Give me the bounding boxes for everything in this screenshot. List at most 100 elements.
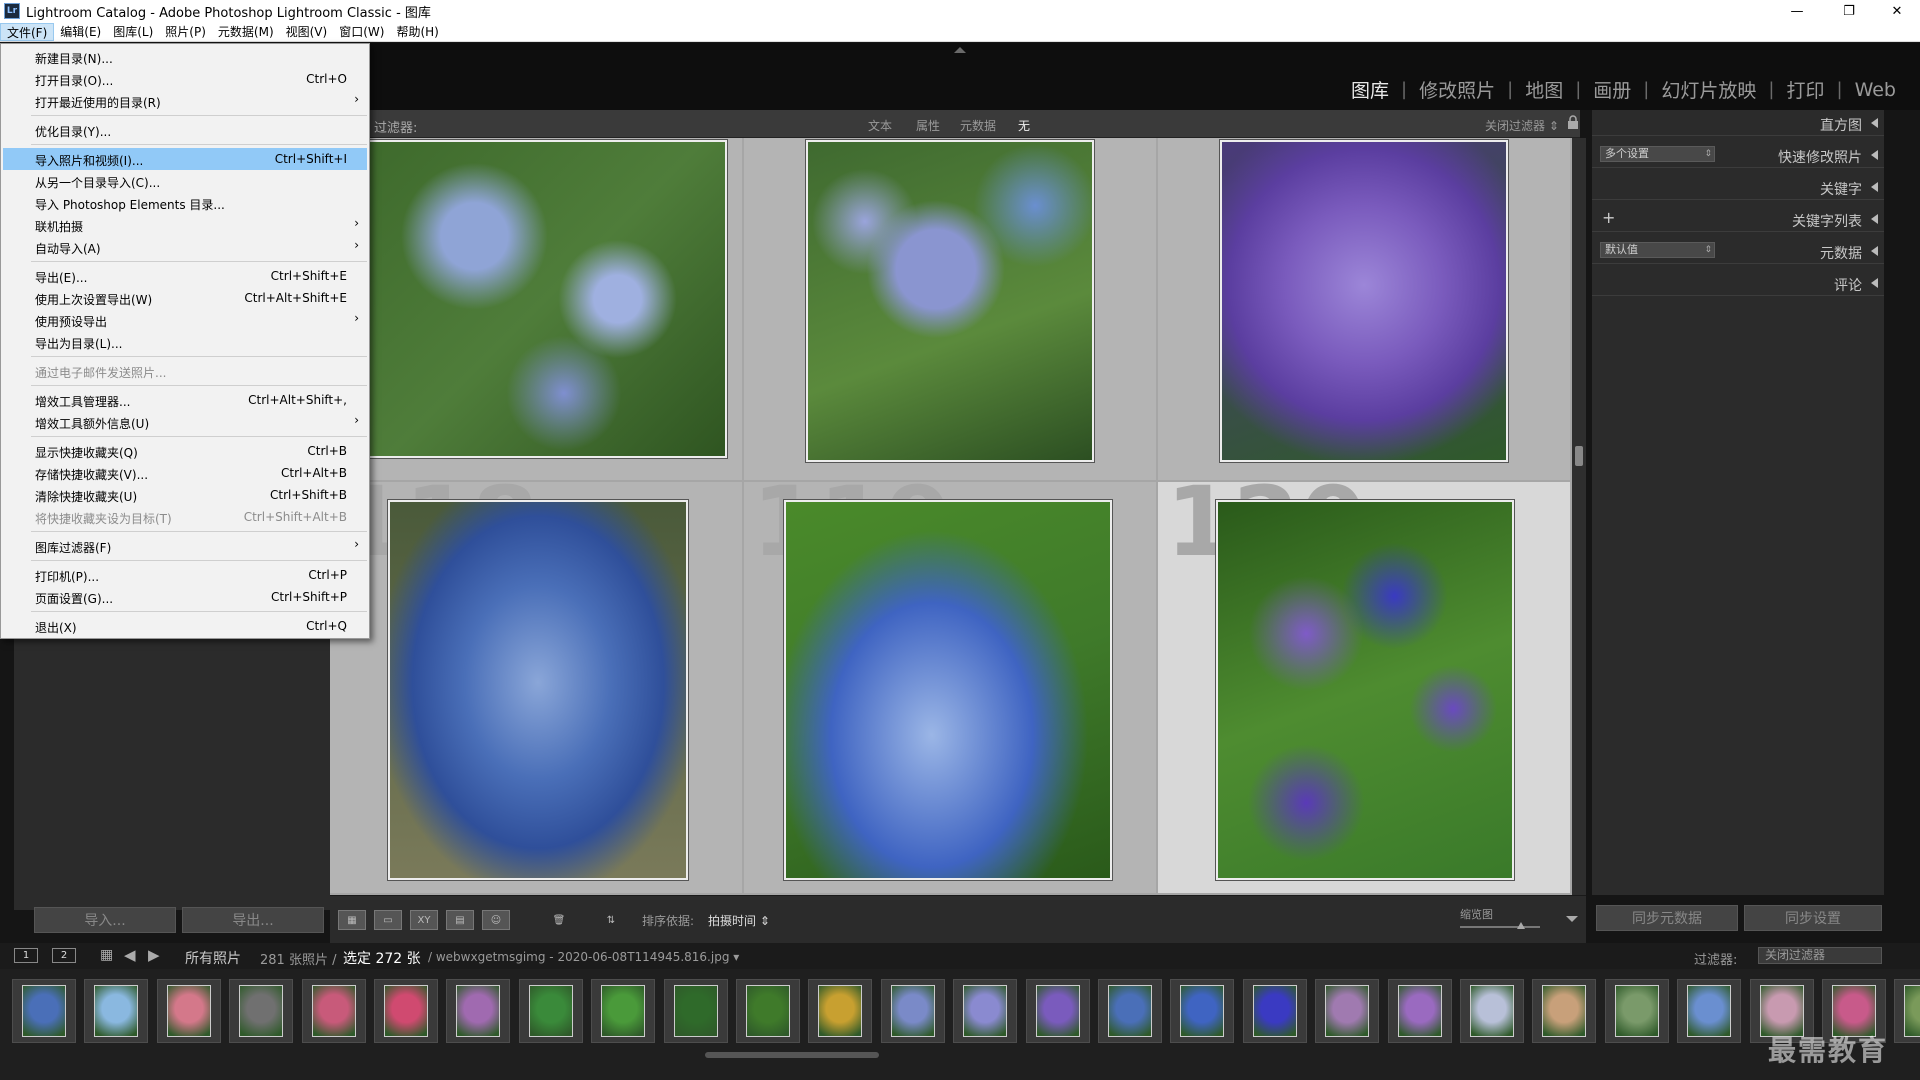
grid-cell[interactable]: 119 <box>744 482 1158 895</box>
filter-tab-attribute[interactable]: 属性 <box>916 117 940 134</box>
quick-develop-panel-header[interactable]: 多个设置 快速修改照片 <box>1592 142 1884 168</box>
sync-settings-button[interactable]: 同步设置 <box>1744 905 1882 931</box>
filmstrip-thumbnail[interactable] <box>601 985 646 1037</box>
grid-cell[interactable]: 118 <box>330 482 744 895</box>
filmstrip-cell[interactable] <box>808 979 873 1043</box>
grid-icon[interactable]: ▦ <box>100 947 113 963</box>
filmstrip-thumbnail[interactable] <box>1035 985 1080 1037</box>
filmstrip-thumbnail[interactable] <box>1325 985 1370 1037</box>
module-map[interactable]: 地图 <box>1521 76 1567 103</box>
file-menu-item[interactable]: 打开目录(O)... Ctrl+O <box>3 68 367 90</box>
module-book[interactable]: 画册 <box>1589 76 1635 103</box>
file-menu-item[interactable]: 优化目录(Y)... <box>3 119 367 141</box>
filmstrip-cell[interactable] <box>446 979 511 1043</box>
file-menu-item[interactable]: 图库过滤器(F) › <box>3 535 367 557</box>
menu-window[interactable]: 窗口(W) <box>333 23 390 41</box>
module-print[interactable]: 打印 <box>1782 76 1828 103</box>
filter-preset-select[interactable]: 关闭过滤器 ⇕ <box>1485 117 1559 134</box>
menu-file[interactable]: 文件(F) <box>0 22 55 41</box>
photo-thumbnail[interactable] <box>387 499 689 881</box>
file-menu-item[interactable]: 从另一个目录导入(C)... <box>3 170 367 192</box>
current-filename[interactable]: / webwxgetmsgimg - 2020-06-08T114945.816… <box>428 950 739 964</box>
filmstrip-cell[interactable] <box>1894 979 1920 1043</box>
import-button[interactable]: 导入... <box>34 907 176 933</box>
filmstrip-thumbnail[interactable] <box>1252 985 1297 1037</box>
filmstrip-scrollbar[interactable] <box>705 1052 879 1058</box>
filmstrip-thumbnail[interactable] <box>1108 985 1152 1037</box>
filmstrip-thumbnail[interactable] <box>1397 985 1442 1037</box>
back-arrow-icon[interactable]: ◀ <box>124 946 136 964</box>
file-menu-item[interactable]: 存储快捷收藏夹(V)... Ctrl+Alt+B <box>3 462 367 484</box>
menu-help[interactable]: 帮助(H) <box>390 23 444 41</box>
filmstrip-thumbnail[interactable] <box>22 985 66 1037</box>
filmstrip-cell[interactable] <box>156 979 221 1043</box>
maximize-button[interactable]: ❐ <box>1826 0 1872 22</box>
sort-select[interactable]: 拍摄时间 ⇕ <box>708 912 770 929</box>
filmstrip-cell[interactable] <box>1098 979 1162 1043</box>
collapse-top-panel-icon[interactable] <box>954 47 966 53</box>
module-web[interactable]: Web <box>1851 79 1900 101</box>
filmstrip-thumbnail[interactable] <box>166 985 211 1037</box>
grid-cell-selected[interactable]: 120 <box>1158 482 1572 895</box>
collapse-triangle-icon[interactable] <box>1871 150 1878 160</box>
filter-tab-metadata[interactable]: 元数据 <box>960 117 996 134</box>
filmstrip-cell[interactable] <box>1025 979 1090 1043</box>
filmstrip-cell[interactable] <box>301 979 366 1043</box>
filmstrip-thumbnail[interactable] <box>818 985 863 1037</box>
photo-thumbnail[interactable] <box>1215 499 1515 881</box>
survey-view-icon[interactable]: ▤ <box>446 910 474 930</box>
filmstrip-cell[interactable] <box>736 979 800 1043</box>
sort-direction-icon[interactable]: ⇅ <box>592 910 630 930</box>
filmstrip-thumbnail[interactable] <box>1687 985 1732 1037</box>
filmstrip-cell[interactable] <box>84 979 149 1043</box>
filmstrip-cell[interactable] <box>12 979 76 1043</box>
filter-tab-text[interactable]: 文本 <box>868 117 892 134</box>
quick-develop-preset-select[interactable]: 多个设置 <box>1600 146 1715 162</box>
collapse-triangle-icon[interactable] <box>1871 278 1878 288</box>
file-menu-item[interactable]: 退出(X) Ctrl+Q <box>3 615 367 637</box>
loupe-view-icon[interactable]: ▭ <box>374 910 402 930</box>
toolbar-options-chevron-icon[interactable] <box>1566 916 1578 922</box>
filmstrip-thumbnail[interactable] <box>1904 985 1920 1037</box>
filmstrip-thumbnail[interactable] <box>239 985 284 1037</box>
filmstrip-cell[interactable] <box>1677 979 1742 1043</box>
metadata-panel-header[interactable]: 默认值 元数据 <box>1592 238 1884 264</box>
photo-thumbnail[interactable] <box>783 499 1113 881</box>
collapse-triangle-icon[interactable] <box>1871 182 1878 192</box>
file-menu-item[interactable]: 使用预设导出 › <box>3 309 367 331</box>
menu-photo[interactable]: 照片(P) <box>159 23 212 41</box>
grid-scrollbar-thumb[interactable] <box>1575 446 1583 466</box>
grid-cell[interactable] <box>1158 138 1572 482</box>
thumbnail-size-slider[interactable] <box>1460 926 1540 928</box>
filmstrip-source[interactable]: 所有照片 <box>185 948 241 968</box>
grid-view-icon[interactable]: ▦ <box>338 910 366 930</box>
file-menu-item[interactable]: 清除快捷收藏夹(U) Ctrl+Shift+B <box>3 484 367 506</box>
filmstrip-thumbnail[interactable] <box>746 985 790 1037</box>
module-slideshow[interactable]: 幻灯片放映 <box>1657 76 1760 103</box>
metadata-preset-select[interactable]: 默认值 <box>1600 242 1715 258</box>
thumbnail-size-slider-knob[interactable] <box>1517 922 1525 929</box>
photo-thumbnail[interactable] <box>805 139 1095 463</box>
filmstrip-cell[interactable] <box>1532 979 1597 1043</box>
export-button[interactable]: 导出... <box>182 907 324 933</box>
filmstrip-cell[interactable] <box>1604 979 1669 1043</box>
filmstrip-thumbnail[interactable] <box>528 985 573 1037</box>
file-menu-item[interactable]: 自动导入(A) › <box>3 236 367 258</box>
filmstrip-cell[interactable] <box>229 979 294 1043</box>
filmstrip-thumbnail[interactable] <box>94 985 139 1037</box>
file-menu-item[interactable]: 打开最近使用的目录(R) › <box>3 90 367 112</box>
sync-metadata-button[interactable]: 同步元数据 <box>1596 905 1738 931</box>
filmstrip-cell[interactable] <box>518 979 583 1043</box>
file-menu-item[interactable]: 增效工具额外信息(U) › <box>3 411 367 433</box>
module-library[interactable]: 图库 <box>1347 76 1393 103</box>
comments-panel-header[interactable]: 评论 <box>1592 270 1884 296</box>
photo-thumbnail[interactable] <box>364 139 728 459</box>
compare-view-icon[interactable]: XY <box>410 910 438 930</box>
module-develop[interactable]: 修改照片 <box>1415 76 1499 103</box>
filmstrip-cell[interactable] <box>1460 979 1524 1043</box>
filmstrip-thumbnail[interactable] <box>963 985 1008 1037</box>
filmstrip-thumbnail[interactable] <box>890 985 935 1037</box>
file-menu-item[interactable]: 页面设置(G)... Ctrl+Shift+P <box>3 586 367 608</box>
filmstrip-thumbnail[interactable] <box>1542 985 1587 1037</box>
filmstrip-cell[interactable] <box>1242 979 1307 1043</box>
